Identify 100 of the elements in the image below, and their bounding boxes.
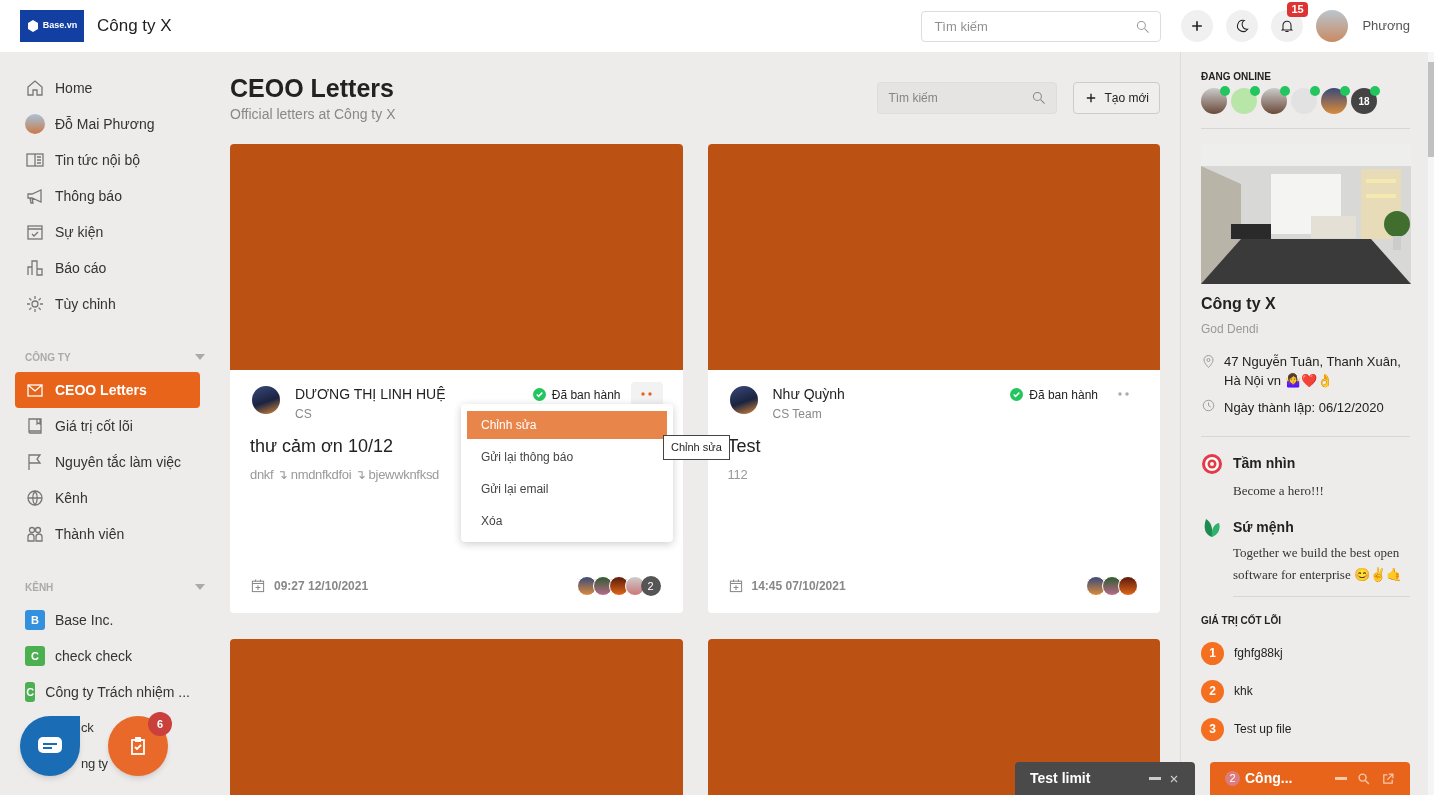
sidebar-item[interactable]: Sự kiện — [15, 214, 200, 250]
sidebar-item[interactable]: Thành viên — [15, 516, 200, 552]
caret-icon[interactable] — [195, 354, 205, 360]
newspaper-icon — [25, 150, 45, 170]
team-name: CS — [295, 406, 313, 423]
chat-unread-count: 2 — [1225, 771, 1240, 786]
sidebar-item[interactable]: C check check — [15, 638, 200, 674]
clock-icon — [1201, 398, 1216, 413]
section-title: CÔNG TY — [25, 350, 71, 365]
sidebar-item[interactable]: Thông báo — [15, 178, 200, 214]
create-button[interactable]: Tạo mới — [1073, 82, 1160, 114]
sidebar-item[interactable]: Kênh — [15, 480, 200, 516]
minimize-icon[interactable] — [1335, 777, 1347, 780]
target-icon — [1201, 452, 1223, 475]
sidebar-item[interactable]: B Base Inc. — [15, 602, 200, 638]
search-icon — [1135, 18, 1152, 35]
letter-time: 09:27 12/10/2021 — [274, 578, 369, 595]
megaphone-icon — [25, 186, 45, 206]
sidebar-item[interactable]: ck — [81, 718, 94, 738]
logo[interactable]: Base.vn — [20, 10, 84, 42]
status-label: Đã ban hành — [551, 387, 621, 404]
home-icon — [25, 78, 45, 98]
bell-icon — [1279, 18, 1296, 34]
value-label[interactable]: fghfg88kj — [1234, 644, 1283, 662]
author-name[interactable]: Như Quỳnh — [772, 384, 1011, 405]
value-label[interactable]: Test up file — [1234, 720, 1292, 738]
online-title: ĐANG ONLINE — [1201, 70, 1272, 84]
globe-icon — [25, 488, 45, 508]
search-icon — [1031, 90, 1048, 106]
chat-title: Test limit — [1030, 769, 1092, 788]
online-more-count[interactable]: 18 — [1351, 88, 1377, 114]
section-title: KÊNH — [25, 580, 54, 595]
page-subtitle: Official letters at Công ty X — [230, 105, 397, 124]
message-icon — [38, 737, 62, 755]
viewer-count: 2 — [640, 576, 661, 596]
search-field[interactable]: Tìm kiếm — [877, 82, 1058, 114]
value-number: 1 — [1201, 641, 1224, 665]
values-title: GIÁ TRỊ CỐT LÕI — [1201, 613, 1282, 628]
check-badge-icon — [532, 388, 546, 401]
viewer-avatar — [1118, 576, 1138, 596]
viewer-avatar — [1086, 576, 1106, 596]
bar-chart-icon — [25, 258, 45, 278]
notification-badge: 15 — [1287, 2, 1308, 17]
chat-bar[interactable]: Test limit — [1015, 762, 1195, 795]
calendar-check-icon — [25, 222, 45, 242]
vision-text: Become a hero!!! — [1233, 481, 1325, 500]
author-name[interactable]: DƯƠNG THỊ LINH HUỆ — [295, 384, 533, 405]
menu-item[interactable]: Gửi lại email — [467, 475, 667, 503]
more-icon — [1118, 392, 1130, 396]
value-label[interactable]: khk — [1234, 682, 1253, 700]
sidebar-item[interactable]: Tùy chỉnh — [15, 286, 200, 322]
channel-badge: C — [25, 682, 36, 702]
channel-badge: C — [25, 646, 45, 666]
sidebar-item[interactable]: Báo cáo — [15, 250, 200, 286]
check-badge-icon — [1010, 388, 1024, 401]
menu-item[interactable]: Xóa — [467, 507, 667, 535]
page-title: CEOO Letters — [230, 73, 395, 104]
more-icon — [640, 392, 653, 396]
chat-button[interactable] — [20, 716, 80, 776]
company-name: Công ty X — [1201, 294, 1277, 314]
company-name: Công ty X — [97, 15, 172, 38]
letter-card[interactable] — [230, 639, 683, 795]
user-name[interactable]: Phương — [1362, 16, 1410, 36]
sidebar-item[interactable]: Giá trị cốt lõi — [15, 408, 200, 444]
letter-title[interactable]: Test — [727, 433, 1140, 460]
online-avatar[interactable] — [1321, 88, 1347, 114]
user-avatar[interactable] — [1316, 10, 1349, 42]
hexagon-icon — [26, 20, 39, 32]
sidebar-item[interactable]: ng ty — [81, 754, 108, 774]
sidebar-item[interactable]: Home — [15, 70, 200, 106]
search-field[interactable]: Tìm kiếm — [921, 10, 1162, 42]
chat-title: Công... — [1245, 769, 1294, 788]
viewer-avatar — [1102, 576, 1122, 596]
location-pin-icon — [1201, 354, 1216, 369]
viewer-avatar — [576, 576, 597, 596]
more-button[interactable] — [630, 382, 663, 406]
people-icon — [25, 524, 45, 544]
add-button[interactable] — [1181, 10, 1214, 42]
sidebar-item[interactable]: Nguyên tắc làm việc — [15, 444, 200, 480]
online-avatar[interactable] — [1201, 88, 1227, 114]
mission-title: Sứ mệnh — [1233, 517, 1294, 537]
sidebar-item[interactable]: Đỗ Mai Phương — [15, 106, 200, 142]
external-link-icon — [1381, 771, 1395, 786]
letter-excerpt: dnkf ↴ nmdnfkdfoi ↴ bjewwknfksd — [250, 466, 439, 484]
minimize-icon[interactable] — [1149, 777, 1161, 780]
avatar — [25, 114, 45, 134]
caret-icon[interactable] — [195, 584, 205, 590]
letter-time: 14:45 07/10/2021 — [751, 578, 846, 595]
letter-card[interactable] — [707, 639, 1160, 795]
clipboard-check-icon — [128, 736, 148, 756]
sidebar-item[interactable]: C Công ty Trách nhiệm ... — [15, 674, 200, 710]
value-number: 2 — [1201, 679, 1224, 703]
viewer-avatar — [608, 576, 629, 596]
dark-mode-button[interactable] — [1226, 10, 1259, 42]
scrollbar-thumb[interactable] — [1428, 62, 1434, 157]
sidebar-item[interactable]: Tin tức nội bộ — [15, 142, 200, 178]
gear-icon — [25, 294, 45, 314]
online-avatar[interactable] — [1261, 88, 1287, 114]
task-badge: 6 — [148, 712, 172, 736]
letter-excerpt: 112 — [727, 466, 748, 484]
